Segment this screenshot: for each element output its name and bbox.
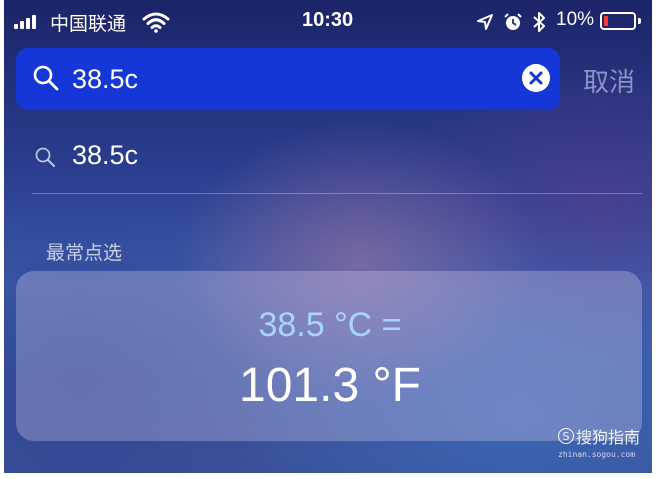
section-title-top-hits: 最常点选 [46,242,123,264]
watermark-text: 搜狗指南 [576,428,641,447]
search-icon [33,65,59,91]
search-suggestion-icon [35,147,55,167]
sogou-logo-icon: S [558,428,574,444]
conversion-input: 38.5 °C = [258,306,402,344]
watermark-url: zhinan.sogou.com [558,450,636,459]
wifi-icon [142,12,170,33]
battery-tip [638,18,641,24]
battery-percent: 10% [556,9,595,30]
alarm-clock-icon [504,13,522,30]
carrier-name: 中国联通 [50,13,127,35]
status-time: 10:30 [302,9,354,31]
search-input[interactable] [72,58,492,100]
bluetooth-icon [533,12,545,32]
conversion-output: 101.3 °F [239,359,421,412]
status-bar: 中国联通 10:30 10% [0,0,660,44]
frame-left-edge [0,0,4,479]
suggestion-text: 38.5c [72,140,139,170]
frame-bottom-edge [0,473,660,479]
frame-right-edge [652,0,660,479]
battery-icon [600,12,636,30]
divider [32,193,642,194]
clear-search-icon[interactable] [522,64,550,92]
watermark: S 搜狗指南 zhinan.sogou.com [558,424,640,459]
cancel-button[interactable]: 取消 [583,62,635,99]
location-arrow-icon [477,14,493,30]
signal-strength-icon [14,15,36,29]
search-bar[interactable] [16,48,560,110]
conversion-result-card[interactable] [16,271,642,441]
